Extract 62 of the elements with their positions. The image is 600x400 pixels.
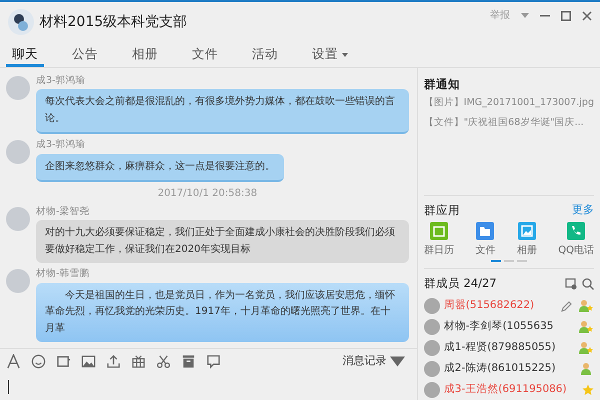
app-label: 相册 bbox=[516, 244, 537, 258]
message-history-button[interactable]: 消息记录 bbox=[336, 352, 411, 371]
sender-name: 材物-韩雪鹏 bbox=[36, 267, 90, 282]
app-label: QQ电话 bbox=[558, 244, 594, 258]
member-name[interactable]: 周嚣(515682622) bbox=[444, 298, 556, 314]
avatar bbox=[6, 76, 30, 100]
member-avatar bbox=[424, 360, 440, 377]
archive-icon[interactable] bbox=[181, 354, 196, 369]
tab[interactable]: 公告 bbox=[66, 45, 104, 67]
member-avatar bbox=[424, 340, 440, 356]
member-name[interactable]: 成3-王浩然(691195086) bbox=[444, 382, 578, 398]
member-avatar bbox=[424, 382, 440, 398]
tab[interactable]: 活动 bbox=[246, 45, 284, 67]
emoji-icon[interactable] bbox=[31, 354, 46, 369]
member-name[interactable]: 成2-陈涛(861015225) bbox=[444, 360, 576, 377]
members-title: 群成员 24/27 bbox=[424, 275, 497, 292]
upload-icon[interactable] bbox=[106, 354, 121, 369]
caret-icon[interactable] bbox=[390, 354, 405, 369]
minimize-icon[interactable] bbox=[540, 14, 550, 16]
group-avatar-icon bbox=[8, 9, 34, 35]
member-avatar bbox=[424, 298, 440, 314]
close-icon[interactable] bbox=[582, 10, 592, 20]
tab[interactable]: 相册 bbox=[126, 45, 164, 67]
screenshot-icon[interactable] bbox=[56, 354, 71, 369]
chat-icon[interactable] bbox=[206, 354, 221, 369]
avatar bbox=[6, 140, 30, 164]
tab[interactable]: 聊天 bbox=[6, 45, 44, 67]
tab[interactable]: 设置 bbox=[306, 45, 354, 67]
maximize-icon[interactable] bbox=[561, 10, 571, 20]
window-title: 材料2015级本科党支部 bbox=[40, 12, 188, 32]
tab[interactable]: 文件 bbox=[186, 45, 224, 67]
member-name[interactable]: 成1-程贤(879885055) bbox=[444, 340, 574, 356]
sender-name: 成3-郭鸿瑜 bbox=[36, 74, 86, 88]
sender-name: 成3-郭鸿瑜 bbox=[36, 138, 86, 152]
app-label: 群日历 bbox=[424, 244, 454, 258]
image-icon[interactable] bbox=[81, 354, 96, 369]
avatar bbox=[6, 207, 30, 231]
notice-title: 群通知 bbox=[424, 76, 461, 93]
member-name[interactable]: 材物-李剑琴(1055635 bbox=[444, 318, 574, 335]
gift-icon[interactable] bbox=[131, 354, 146, 369]
file-app-icon[interactable] bbox=[476, 222, 494, 240]
scissors-icon[interactable] bbox=[156, 354, 171, 369]
edit-icon[interactable] bbox=[560, 300, 572, 312]
font-icon[interactable] bbox=[6, 354, 21, 369]
timestamp: 2017/10/1 20:58:38 bbox=[156, 187, 258, 201]
apps-title: 群应用 bbox=[424, 202, 460, 219]
text-cursor bbox=[8, 380, 9, 394]
avatar bbox=[6, 269, 30, 294]
caret-icon[interactable] bbox=[342, 52, 348, 57]
member-manage-icon[interactable] bbox=[564, 278, 576, 290]
search-icon[interactable] bbox=[582, 278, 594, 290]
phone-app-icon[interactable] bbox=[567, 222, 586, 240]
sender-name: 材物-梁智尧 bbox=[36, 205, 90, 219]
album-app-icon[interactable] bbox=[518, 222, 536, 240]
message-bubble: 今天是祖国的生日，也是党员日，作为一名党员，我们应该居安思危，缅怀革命先烈，再忆我党的光荣历史。1917年，十月革命的曙光照亮了世界。在十月革 bbox=[36, 282, 409, 342]
message-bubble: 每次代表大会之前都是很混乱的，有很多境外势力媒体，都在鼓吹一些错误的言论。 bbox=[36, 89, 409, 134]
message-bubble: 对的十九大必须要保证稳定，我们正处于全面建成小康社会的决胜阶段我们必须要做好稳定工作，保证我们在2020年实现目标 bbox=[36, 220, 409, 264]
more-link[interactable]: 更多 bbox=[572, 202, 594, 219]
app-label: 文件 bbox=[475, 244, 496, 258]
message-bubble: 企图来忽悠群众，麻痹群众，这一点是很要注意的。 bbox=[36, 154, 284, 182]
member-avatar bbox=[424, 318, 440, 335]
page-indicator[interactable] bbox=[491, 260, 502, 262]
